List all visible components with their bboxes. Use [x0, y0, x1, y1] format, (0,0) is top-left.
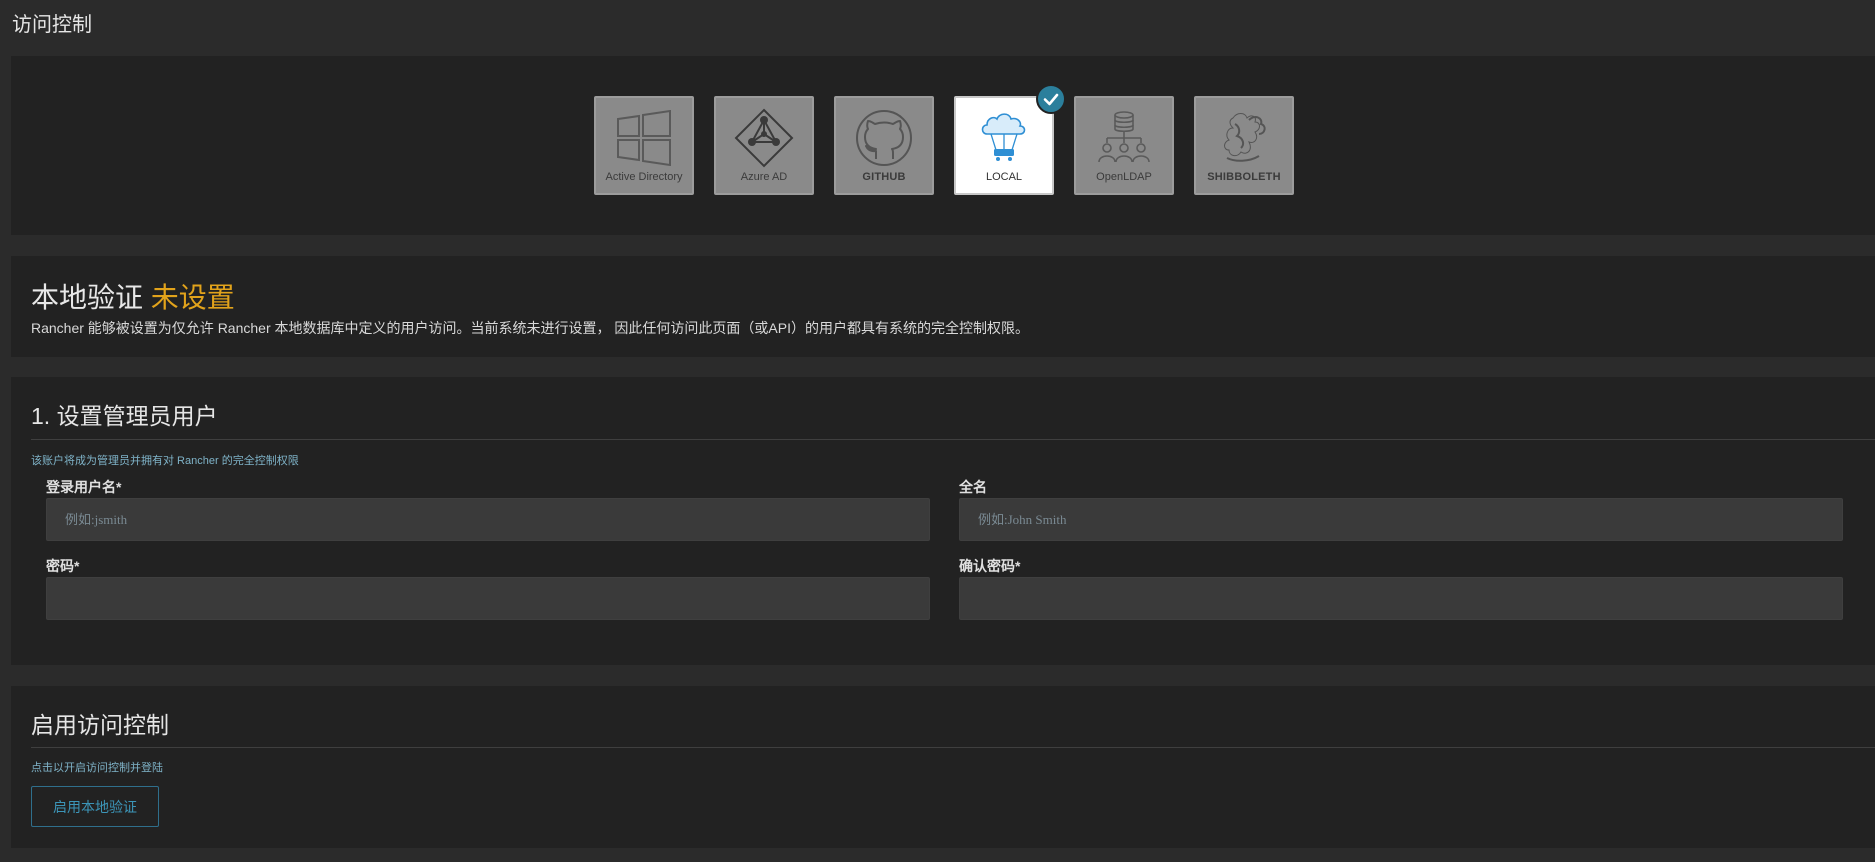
azure-ad-icon — [734, 108, 794, 168]
username-label: 登录用户名* — [46, 479, 122, 495]
shibboleth-icon — [1214, 109, 1274, 167]
status-heading-label: 本地验证 — [31, 282, 144, 313]
provider-label: SHIBBOLETH — [1207, 171, 1281, 183]
provider-shibboleth[interactable]: SHIBBOLETH — [1194, 96, 1294, 195]
provider-label: GITHUB — [862, 171, 906, 183]
windows-icon — [614, 109, 674, 167]
section-divider — [31, 439, 1875, 440]
enable-access-panel: 启用访问控制 点击以开启访问控制并登陆 启用本地验证 — [11, 686, 1875, 848]
openldap-icon — [1094, 109, 1154, 167]
status-heading: 本地验证 未设置 — [31, 276, 235, 316]
fullname-input[interactable] — [959, 498, 1843, 541]
provider-label: Azure AD — [740, 171, 788, 183]
username-input[interactable] — [46, 498, 930, 541]
admin-help-text: 该账户将成为管理员并拥有对 Rancher 的完全控制权限 — [31, 455, 299, 467]
provider-local[interactable]: LOCAL — [954, 84, 1066, 195]
section-divider — [31, 747, 1875, 748]
page-title: 访问控制 — [12, 14, 92, 36]
status-badge: 未设置 — [150, 282, 235, 313]
provider-active-directory[interactable]: Active Directory — [594, 96, 694, 195]
provider-openldap[interactable]: OpenLDAP — [1074, 96, 1174, 195]
enable-section-title: 启用访问控制 — [31, 712, 169, 738]
enable-help-text: 点击以开启访问控制并登陆 — [31, 762, 163, 774]
github-icon — [854, 109, 914, 167]
auth-status-panel: 本地验证 未设置 Rancher 能够被设置为仅允许 Rancher 本地数据库… — [11, 256, 1875, 357]
provider-github[interactable]: GITHUB — [834, 96, 934, 195]
provider-label: OpenLDAP — [1096, 171, 1152, 183]
auth-provider-panel: Active Directory Azure AD GITHUB LOCAL O… — [11, 56, 1875, 235]
provider-label: LOCAL — [985, 171, 1023, 183]
password-input[interactable] — [46, 577, 930, 620]
selected-check-icon — [1036, 84, 1066, 114]
auth-provider-list: Active Directory Azure AD GITHUB LOCAL O… — [594, 84, 1294, 195]
confirm-password-input[interactable] — [959, 577, 1843, 620]
local-cloud-icon — [974, 109, 1034, 167]
enable-local-auth-button[interactable]: 启用本地验证 — [31, 786, 159, 827]
admin-user-panel: 1. 设置管理员用户 该账户将成为管理员并拥有对 Rancher 的完全控制权限… — [11, 377, 1875, 665]
admin-section-title: 1. 设置管理员用户 — [31, 403, 218, 429]
password-label: 密码* — [46, 558, 80, 574]
confirm-password-label: 确认密码* — [959, 558, 1021, 574]
fullname-label: 全名 — [959, 479, 987, 495]
provider-label: Active Directory — [605, 171, 683, 183]
status-description: Rancher 能够被设置为仅允许 Rancher 本地数据库中定义的用户访问。… — [31, 320, 1029, 336]
provider-azure-ad[interactable]: Azure AD — [714, 96, 814, 195]
